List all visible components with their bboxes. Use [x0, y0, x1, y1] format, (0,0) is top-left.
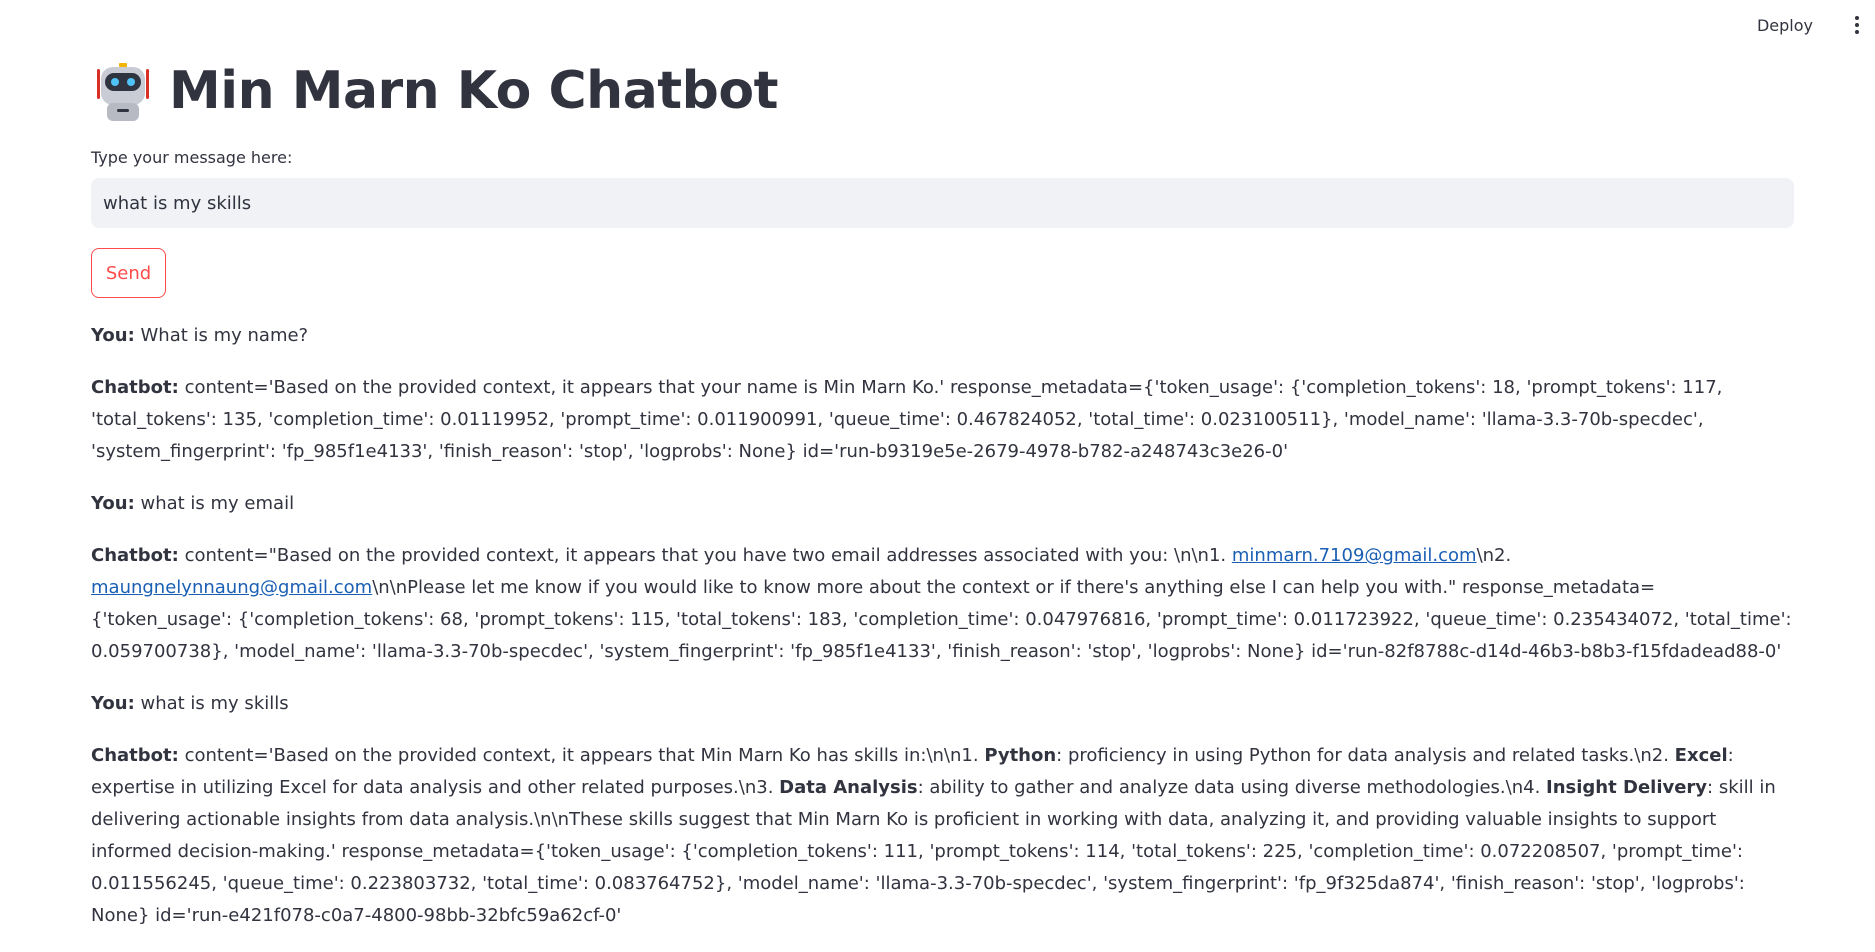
message-text: content='Based on the provided context, …	[178, 745, 985, 766]
top-bar: Deploy	[0, 0, 1875, 50]
chat-message-bot: Chatbot: content='Based on the provided …	[91, 740, 1794, 932]
message-text: content='Based on the provided context, …	[91, 377, 1723, 462]
message-text: what is my skills	[134, 693, 289, 714]
message-input-label: Type your message here:	[91, 148, 293, 167]
chat-message-user: You: what is my skills	[91, 688, 1794, 720]
chat-message-bot: Chatbot: content="Based on the provided …	[91, 540, 1794, 668]
send-button[interactable]: Send	[91, 248, 166, 298]
email-link-2[interactable]: maungnelynnaung@gmail.com	[91, 577, 372, 598]
speaker-label: Chatbot:	[91, 745, 179, 766]
chat-message-bot: Chatbot: content='Based on the provided …	[91, 372, 1794, 468]
message-text: what is my email	[134, 493, 295, 514]
message-text: \n2.	[1476, 545, 1512, 566]
title-row: Min Marn Ko Chatbot	[91, 58, 778, 124]
message-text: What is my name?	[134, 325, 309, 346]
message-text: : ability to gather and analyze data usi…	[917, 777, 1547, 798]
speaker-label: Chatbot:	[91, 377, 179, 398]
email-link-1[interactable]: minmarn.7109@gmail.com	[1232, 545, 1477, 566]
speaker-label: You:	[91, 325, 135, 346]
message-input[interactable]: what is my skills	[91, 178, 1794, 228]
chat-message-user: You: What is my name?	[91, 320, 1794, 352]
speaker-label: Chatbot:	[91, 545, 179, 566]
message-text: content="Based on the provided context, …	[178, 545, 1232, 566]
speaker-label: You:	[91, 493, 135, 514]
skill-python: Python	[984, 745, 1057, 766]
robot-icon	[97, 63, 149, 121]
skill-excel: Excel	[1674, 745, 1728, 766]
kebab-menu-icon[interactable]	[1849, 14, 1865, 36]
deploy-button[interactable]: Deploy	[1751, 14, 1819, 37]
chat-history: You: What is my name? Chatbot: content='…	[91, 320, 1794, 952]
message-text: : proficiency in using Python for data a…	[1056, 745, 1675, 766]
chat-message-user: You: what is my email	[91, 488, 1794, 520]
page-title: Min Marn Ko Chatbot	[169, 61, 778, 121]
skill-insight-delivery: Insight Delivery	[1546, 777, 1708, 798]
speaker-label: You:	[91, 693, 135, 714]
skill-data-analysis: Data Analysis	[779, 777, 918, 798]
